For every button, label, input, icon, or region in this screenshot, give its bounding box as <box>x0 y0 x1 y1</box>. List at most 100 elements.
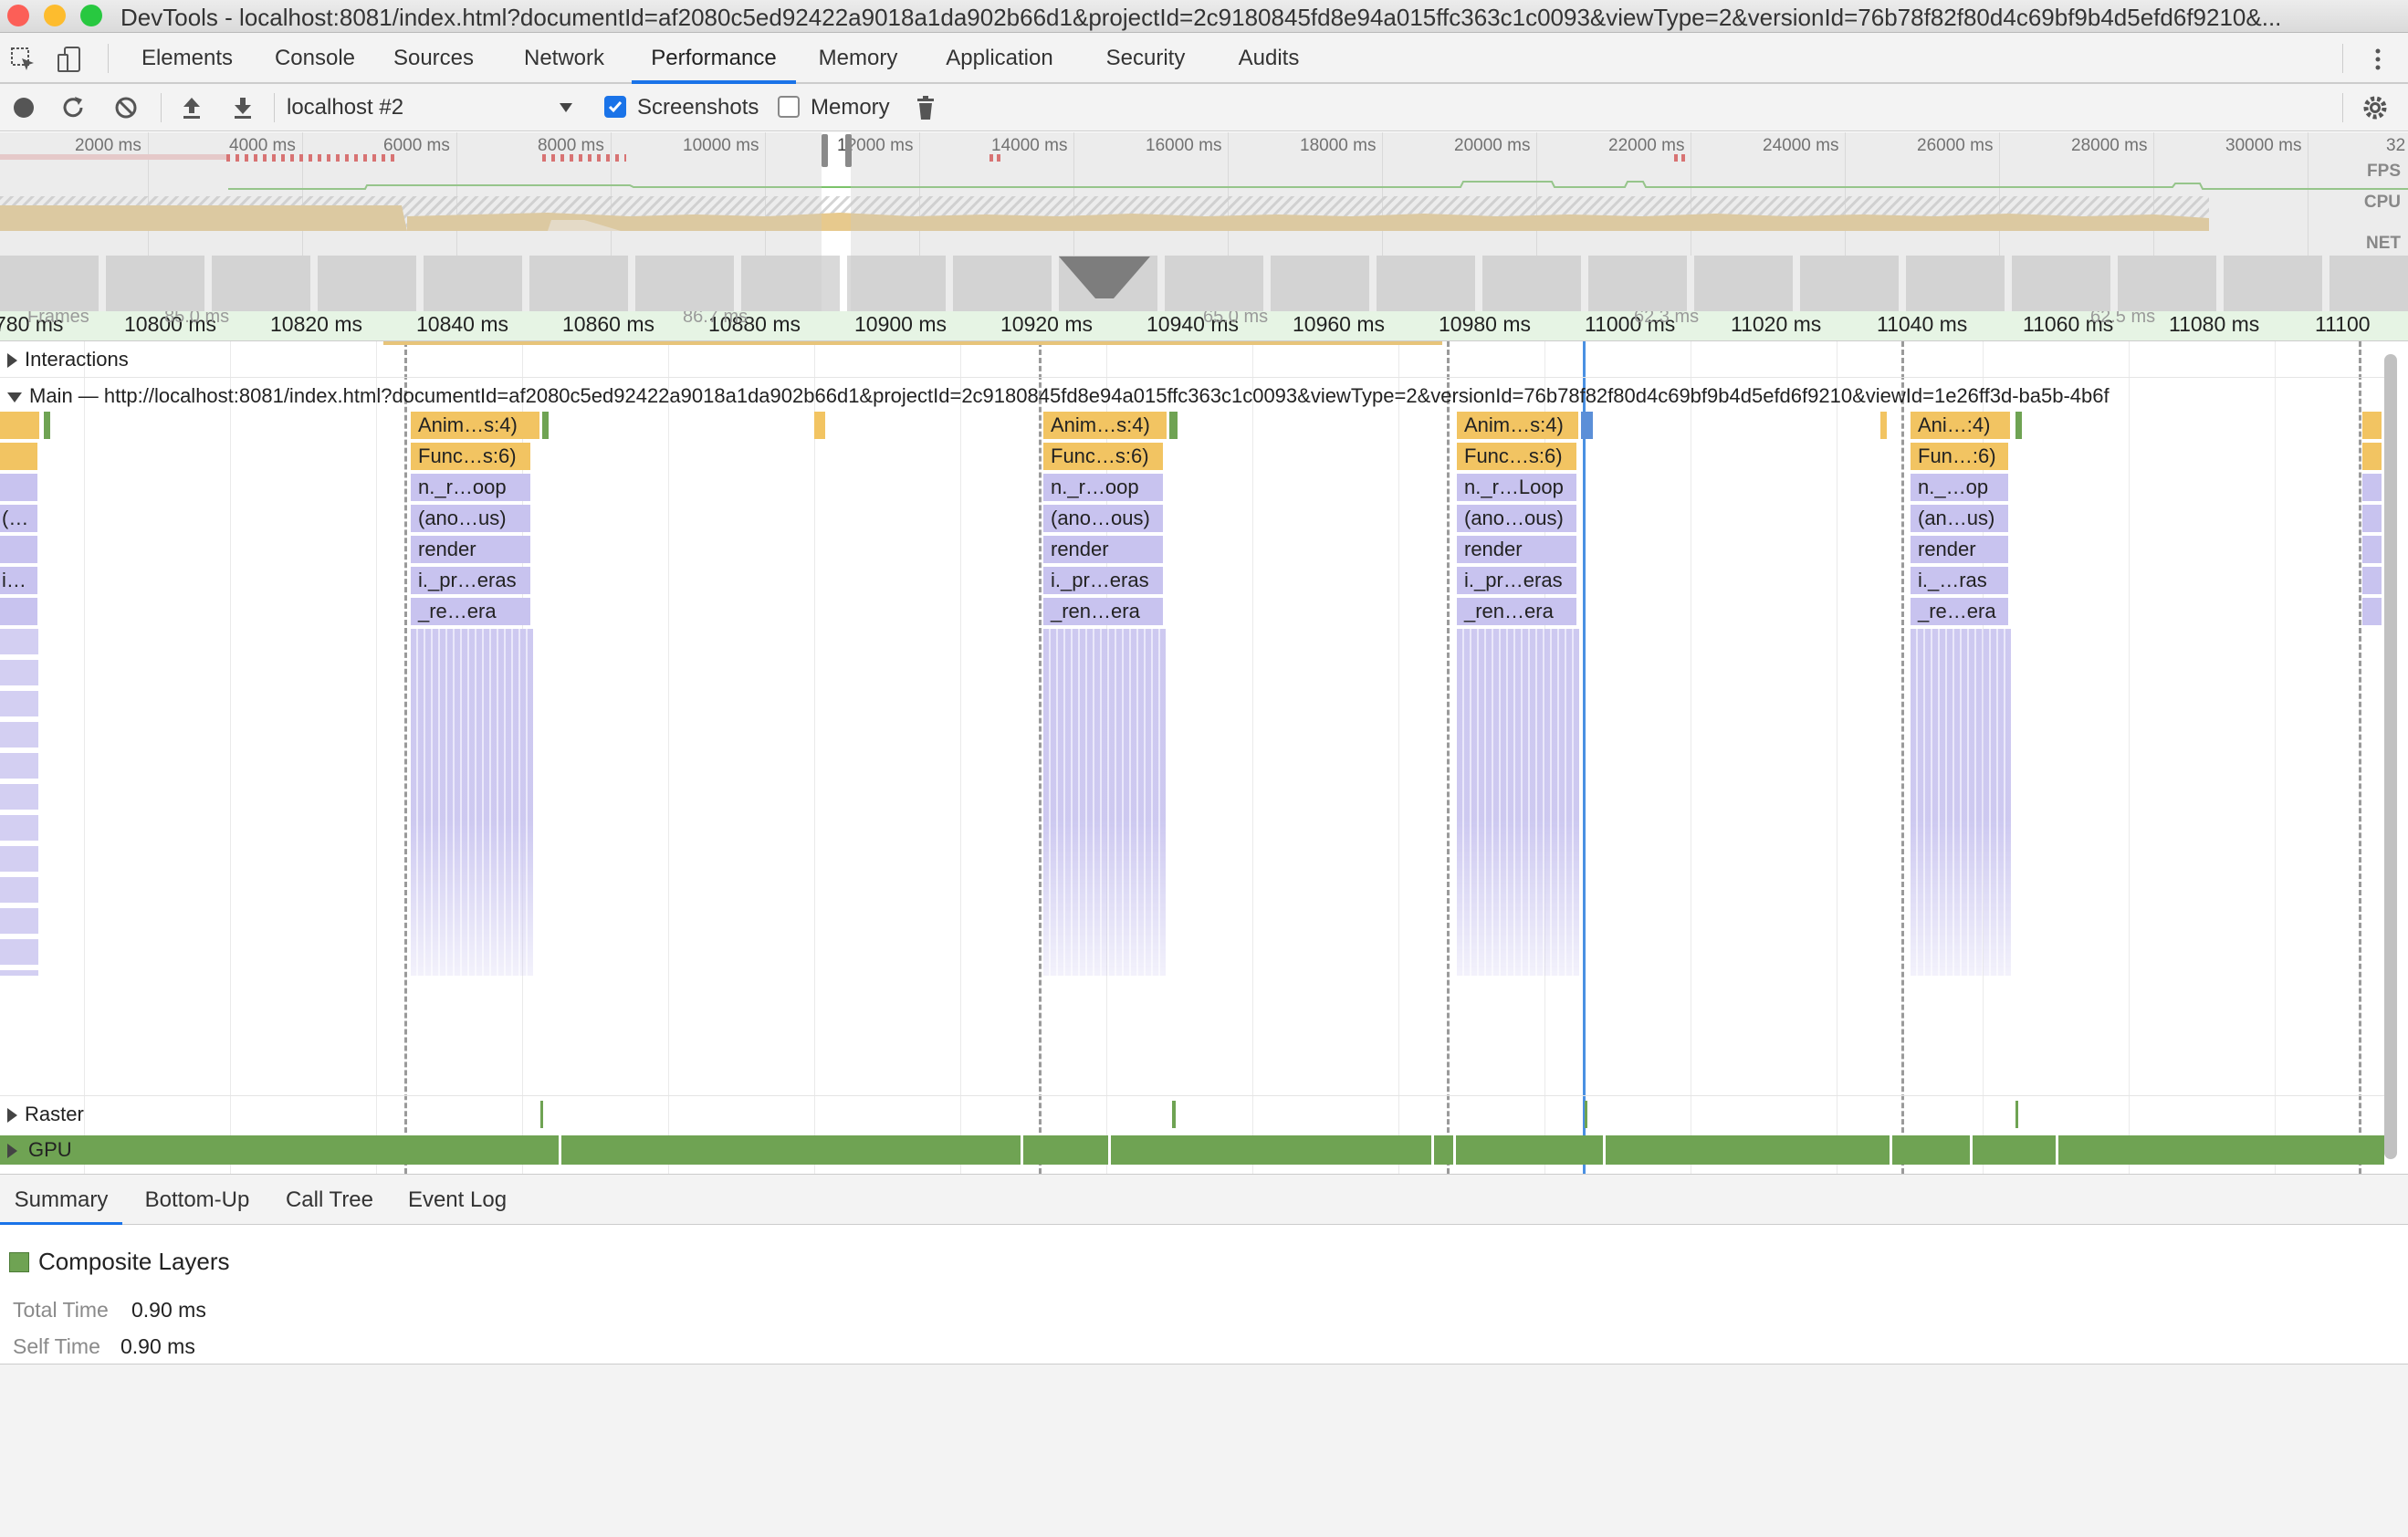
flame-event-function-call[interactable] <box>2362 443 2382 470</box>
flame-event-function-call[interactable]: Func…s:6) <box>411 443 531 470</box>
raster-event[interactable] <box>540 1101 543 1128</box>
flame-event-prepare[interactable]: i._…ras <box>1911 567 2009 594</box>
flame-event-anonymous[interactable]: (ano…ous) <box>1457 505 1577 532</box>
flame-event-gpu[interactable] <box>1169 412 1178 439</box>
track-gpu[interactable]: GPU <box>0 1132 2392 1168</box>
flame-chart-scrollbar[interactable] <box>2384 354 2397 1159</box>
flame-event-animation-frame[interactable] <box>2362 412 2382 439</box>
memory-label[interactable]: Memory <box>811 91 890 124</box>
tab-summary[interactable]: Summary <box>0 1175 122 1226</box>
flame-event-render-loop[interactable] <box>0 474 38 501</box>
flame-event-render-era[interactable]: _ren…era <box>1043 598 1164 625</box>
flame-event-prepare[interactable]: i._pr…eras <box>411 567 531 594</box>
flame-event-gpu[interactable] <box>2015 412 2023 439</box>
timeline-overview[interactable]: 2000 ms 4000 ms 6000 ms 8000 ms 10000 ms… <box>0 132 2408 311</box>
tab-application[interactable]: Application <box>931 33 1068 84</box>
flame-event-animation-frame[interactable]: Anim…s:4) <box>411 412 540 439</box>
screenshots-checkbox[interactable] <box>604 96 626 118</box>
flame-event-prepare[interactable]: i… <box>0 567 38 594</box>
tab-audits[interactable]: Audits <box>1214 33 1324 84</box>
clear-icon[interactable] <box>111 93 141 122</box>
flame-event-render[interactable] <box>2362 536 2382 563</box>
expand-arrow-icon[interactable] <box>7 1144 17 1159</box>
flame-event-anonymous[interactable]: (… <box>0 505 38 532</box>
flame-chart[interactable]: Interactions Main — http://localhost:808… <box>0 341 2392 1174</box>
flame-event-render[interactable]: render <box>1043 536 1164 563</box>
flame-event-gpu[interactable] <box>44 412 51 439</box>
flame-event-render[interactable]: render <box>1457 536 1577 563</box>
zoom-window-button[interactable] <box>80 5 102 26</box>
flame-event-selected[interactable] <box>1581 412 1594 439</box>
device-toolbar-icon[interactable] <box>57 46 84 73</box>
tab-sources[interactable]: Sources <box>383 33 484 84</box>
flame-event-anonymous[interactable]: (ano…ous) <box>1043 505 1164 532</box>
tab-bottom-up[interactable]: Bottom-Up <box>131 1175 263 1226</box>
flame-event-render-era[interactable]: _ren…era <box>1457 598 1577 625</box>
raster-event[interactable] <box>2015 1101 2018 1128</box>
toolbar-divider <box>2342 93 2343 122</box>
flame-event-render[interactable] <box>0 536 38 563</box>
reload-icon[interactable] <box>58 93 88 122</box>
flame-event-prepare[interactable]: i._pr…eras <box>1043 567 1164 594</box>
flame-event-function-call[interactable]: Func…s:6) <box>1043 443 1164 470</box>
flame-event-render-loop[interactable] <box>2362 474 2382 501</box>
close-window-button[interactable] <box>7 5 29 26</box>
flame-event-render-era[interactable] <box>2362 598 2382 625</box>
flame-event-render-loop[interactable]: n._r…oop <box>411 474 531 501</box>
raster-event[interactable] <box>1585 1101 1587 1128</box>
more-options-icon[interactable] <box>2364 46 2392 73</box>
trash-icon[interactable] <box>911 93 940 122</box>
flame-event-anonymous[interactable]: (an…us) <box>1911 505 2009 532</box>
flame-event-render-loop[interactable]: n._r…Loop <box>1457 474 1577 501</box>
tab-elements[interactable]: Elements <box>128 33 246 84</box>
track-main[interactable]: Main — http://localhost:8081/index.html?… <box>0 378 2392 414</box>
flame-event-anonymous[interactable] <box>2362 505 2382 532</box>
target-select[interactable]: localhost #2 <box>279 89 581 126</box>
frame-boundary <box>1901 341 1904 1174</box>
tab-call-tree[interactable]: Call Tree <box>272 1175 387 1226</box>
flame-event-render[interactable]: render <box>1911 536 2009 563</box>
tab-event-log[interactable]: Event Log <box>396 1175 518 1226</box>
flame-event-render-era[interactable]: _re…era <box>411 598 531 625</box>
flame-event-animation-frame[interactable]: Ani…:4) <box>1911 412 2011 439</box>
expand-arrow-icon[interactable] <box>7 1108 17 1124</box>
selection-handle-right[interactable] <box>845 134 852 167</box>
flame-event-prepare[interactable]: i._pr…eras <box>1457 567 1577 594</box>
screenshots-label[interactable]: Screenshots <box>637 91 759 124</box>
settings-gear-icon[interactable] <box>2361 93 2390 122</box>
flame-event-animation-frame[interactable]: Anim…s:4) <box>1043 412 1167 439</box>
load-profile-icon[interactable] <box>177 93 206 122</box>
flame-event-render-loop[interactable]: n._…op <box>1911 474 2009 501</box>
flame-event-anonymous[interactable]: (ano…us) <box>411 505 531 532</box>
track-raster[interactable]: Raster <box>0 1095 2392 1132</box>
flame-event-render[interactable]: render <box>411 536 531 563</box>
tab-performance[interactable]: Performance <box>632 33 796 84</box>
flame-event-render-loop[interactable]: n._r…oop <box>1043 474 1164 501</box>
track-interactions[interactable]: Interactions <box>0 341 2392 378</box>
tab-security[interactable]: Security <box>1086 33 1205 84</box>
flame-event-render-era[interactable] <box>0 598 38 625</box>
memory-checkbox[interactable] <box>778 96 800 118</box>
selection-handle-left[interactable] <box>822 134 828 167</box>
expand-arrow-icon[interactable] <box>7 353 17 369</box>
ruler-tick: 10840 ms <box>416 312 509 336</box>
flame-event-prepare[interactable] <box>2362 567 2382 594</box>
flame-event-small[interactable] <box>1880 412 1888 439</box>
tab-console[interactable]: Console <box>265 33 365 84</box>
flame-event-function-call[interactable]: Func…s:6) <box>1457 443 1577 470</box>
collapse-arrow-icon[interactable] <box>7 392 22 403</box>
flame-event-small[interactable] <box>814 412 825 439</box>
flame-event-gpu[interactable] <box>542 412 550 439</box>
flame-event-render-era[interactable]: _re…era <box>1911 598 2009 625</box>
minimize-window-button[interactable] <box>44 5 66 26</box>
flame-event-animation-frame[interactable]: Anim…s:4) <box>1457 412 1579 439</box>
flame-event-function-call[interactable] <box>0 443 38 470</box>
tab-memory[interactable]: Memory <box>803 33 913 84</box>
save-profile-icon[interactable] <box>228 93 257 122</box>
inspect-element-icon[interactable] <box>9 46 37 73</box>
raster-event[interactable] <box>1172 1101 1176 1128</box>
tab-network[interactable]: Network <box>500 33 628 84</box>
record-icon[interactable] <box>9 93 38 122</box>
flame-event-function-call[interactable]: Fun…:6) <box>1911 443 2009 470</box>
flame-event-animation-frame[interactable] <box>0 412 40 439</box>
